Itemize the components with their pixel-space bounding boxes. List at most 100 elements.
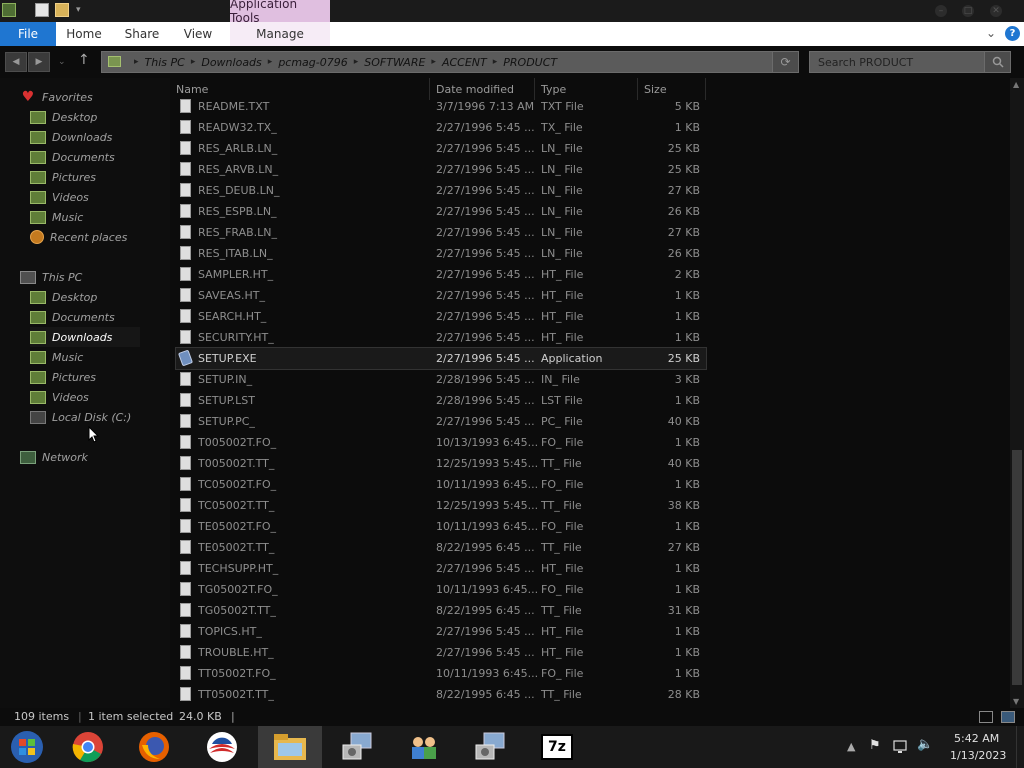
search-input[interactable] — [810, 52, 982, 72]
tab-share[interactable]: Share — [120, 22, 164, 46]
chevron-right-icon[interactable]: ▸ — [493, 57, 498, 67]
properties-icon[interactable] — [35, 3, 49, 17]
file-row[interactable]: T005002T.FO_ 10/13/1993 6:45... FO_ File 1 … — [176, 432, 706, 453]
tab-home[interactable]: Home — [62, 22, 106, 46]
file-row[interactable]: TE05002T.FO_ 10/11/1993 6:45... FO_ File 1 … — [176, 516, 706, 537]
crumb-product[interactable]: PRODUCT — [503, 56, 557, 69]
quick-access-dropdown-icon[interactable]: ▾ — [76, 3, 90, 17]
file-row[interactable]: SETUP.LST 2/28/1996 5:45 ... LST File 1 KB — [176, 390, 706, 411]
chevron-right-icon[interactable]: ▸ — [191, 57, 196, 67]
taskbar-setup-app-1[interactable] — [325, 726, 389, 768]
up-arrow-icon[interactable]: ↑ — [78, 52, 90, 68]
file-row[interactable]: RES_ESPB.LN_ 2/27/1996 5:45 ... LN_ File 26… — [176, 201, 706, 222]
nav-fav-music[interactable]: Music — [30, 207, 83, 227]
nav-fav-desktop[interactable]: Desktop — [30, 107, 97, 127]
file-row[interactable]: TECHSUPP.HT_ 2/27/1996 5:45 ... HT_ File 1 … — [176, 558, 706, 579]
file-row[interactable]: SEARCH.HT_ 2/27/1996 5:45 ... HT_ File 1 KB — [176, 306, 706, 327]
chevron-right-icon[interactable]: ▸ — [268, 57, 273, 67]
nav-pc-desktop[interactable]: Desktop — [30, 287, 97, 307]
file-row[interactable]: RES_ARLB.LN_ 2/27/1996 5:45 ... LN_ File 25… — [176, 138, 706, 159]
scrollbar-thumb[interactable] — [1012, 450, 1022, 685]
clock-date[interactable]: 1/13/2023 — [950, 749, 1006, 762]
scroll-down-icon[interactable]: ▼ — [1013, 697, 1019, 706]
file-row[interactable]: TG05002T.TT_ 8/22/1995 6:45 ... TT_ File 31… — [176, 600, 706, 621]
file-row[interactable]: T005002T.TT_ 12/25/1993 5:45... TT_ File 40… — [176, 453, 706, 474]
taskbar-setup-app-2[interactable] — [458, 726, 522, 768]
nav-this-pc[interactable]: This PC — [20, 267, 82, 287]
file-row[interactable]: RES_FRAB.LN_ 2/27/1996 5:45 ... LN_ File 27… — [176, 222, 706, 243]
file-row[interactable]: TT05002T.FO_ 10/11/1993 6:45... FO_ File 1 … — [176, 663, 706, 684]
minimize-button[interactable]: – — [935, 5, 947, 17]
close-button[interactable]: ✕ — [990, 5, 1002, 17]
volume-icon[interactable]: 🔈 — [917, 737, 933, 752]
file-row[interactable]: TROUBLE.HT_ 2/27/1996 5:45 ... HT_ File 1 K… — [176, 642, 706, 663]
file-row[interactable]: SECURITY.HT_ 2/27/1996 5:45 ... HT_ File 1 … — [176, 327, 706, 348]
forward-button[interactable]: ▶ — [28, 52, 50, 72]
taskbar-chrome[interactable] — [56, 726, 120, 768]
nav-pc-local-disk[interactable]: Local Disk (C:) — [30, 407, 131, 427]
file-row[interactable]: TT05002T.TT_ 8/22/1995 6:45 ... TT_ File 28… — [176, 684, 706, 705]
file-row[interactable]: SAVEAS.HT_ 2/27/1996 5:45 ... HT_ File 1 KB — [176, 285, 706, 306]
large-icons-view-icon[interactable] — [1001, 711, 1015, 723]
file-row[interactable]: SAMPLER.HT_ 2/27/1996 5:45 ... HT_ File 2 K… — [176, 264, 706, 285]
new-folder-icon[interactable] — [55, 3, 69, 17]
nav-pc-music[interactable]: Music — [30, 347, 83, 367]
taskbar-7zip[interactable]: 7z — [525, 726, 589, 768]
nav-fav-documents[interactable]: Documents — [30, 147, 115, 167]
nav-fav-videos[interactable]: Videos — [30, 187, 89, 207]
recent-locations-icon[interactable]: ⌄ — [58, 57, 66, 67]
file-row[interactable]: READW32.TX_ 2/27/1996 5:45 ... TX_ File 1 K… — [176, 117, 706, 138]
clock-time[interactable]: 5:42 AM — [954, 732, 999, 745]
crumb-accent[interactable]: ACCENT — [442, 56, 487, 69]
search-button[interactable] — [984, 52, 1010, 72]
help-icon[interactable]: ? — [1005, 26, 1020, 41]
file-row[interactable]: SETUP.IN_ 2/28/1996 5:45 ... IN_ File 3 KB — [176, 369, 706, 390]
taskbar-file-explorer[interactable] — [258, 726, 322, 768]
crumb-this-pc[interactable]: This PC — [145, 56, 185, 69]
nav-pc-documents[interactable]: Documents — [30, 307, 115, 327]
refresh-button[interactable]: ⟳ — [772, 52, 798, 72]
chevron-right-icon[interactable]: ▸ — [354, 57, 359, 67]
crumb-downloads[interactable]: Downloads — [201, 56, 261, 69]
details-view-icon[interactable] — [979, 711, 993, 723]
nav-fav-pictures[interactable]: Pictures — [30, 167, 96, 187]
nav-pc-pictures[interactable]: Pictures — [30, 367, 96, 387]
file-row[interactable]: TOPICS.HT_ 2/27/1996 5:45 ... HT_ File 1 KB — [176, 621, 706, 642]
maximize-button[interactable]: □ — [962, 5, 974, 17]
tab-file[interactable]: File — [0, 22, 56, 46]
scroll-up-icon[interactable]: ▲ — [1013, 80, 1019, 89]
nav-network[interactable]: Network — [20, 447, 88, 467]
start-button[interactable] — [0, 726, 54, 768]
chevron-right-icon[interactable]: ▸ — [431, 57, 436, 67]
nav-fav-downloads[interactable]: Downloads — [30, 127, 112, 147]
file-row[interactable]: SETUP.PC_ 2/27/1996 5:45 ... PC_ File 40 KB — [176, 411, 706, 432]
tab-view[interactable]: View — [178, 22, 218, 46]
taskbar-obama-app[interactable] — [190, 726, 254, 768]
crumb-pcmag[interactable]: pcmag-0796 — [278, 56, 347, 69]
nav-fav-recent-places[interactable]: Recent places — [30, 227, 127, 247]
show-desktop-button[interactable] — [1016, 726, 1024, 768]
vertical-scrollbar[interactable]: ▲ ▼ — [1010, 78, 1024, 708]
file-row[interactable]: RES_ARVB.LN_ 2/27/1996 5:45 ... LN_ File 25… — [176, 159, 706, 180]
nav-favorites[interactable]: ♥ Favorites — [20, 87, 93, 107]
taskbar-firefox[interactable] — [122, 726, 186, 768]
file-row[interactable]: SETUP.EXE 2/27/1996 5:45 ... Application 25… — [175, 347, 707, 370]
crumb-software[interactable]: SOFTWARE — [364, 56, 425, 69]
ribbon-expand-icon[interactable]: ⌄ — [986, 26, 996, 40]
network-tray-icon[interactable] — [893, 740, 909, 754]
nav-pc-videos[interactable]: Videos — [30, 387, 89, 407]
file-row[interactable]: TC05002T.TT_ 12/25/1993 5:45... TT_ File 38… — [176, 495, 706, 516]
file-row[interactable]: README.TXT 3/7/1996 7:13 AM TXT File 5 KB — [176, 96, 706, 117]
file-row[interactable]: RES_ITAB.LN_ 2/27/1996 5:45 ... LN_ File 26… — [176, 243, 706, 264]
file-row[interactable]: RES_DEUB.LN_ 2/27/1996 5:45 ... LN_ File 27… — [176, 180, 706, 201]
file-row[interactable]: TG05002T.FO_ 10/11/1993 6:45... FO_ File 1 … — [176, 579, 706, 600]
file-row[interactable]: TC05002T.FO_ 10/11/1993 6:45... FO_ File 1 … — [176, 474, 706, 495]
tab-manage[interactable]: Manage — [230, 22, 330, 46]
action-center-flag-icon[interactable]: ⚑ — [869, 738, 881, 753]
tray-overflow-icon[interactable]: ▲ — [847, 740, 855, 753]
back-button[interactable]: ◀ — [5, 52, 27, 72]
address-bar[interactable]: ▸ This PC ▸ Downloads ▸ pcmag-0796 ▸ SOF… — [101, 51, 799, 73]
file-row[interactable]: TE05002T.TT_ 8/22/1995 6:45 ... TT_ File 27… — [176, 537, 706, 558]
nav-pc-downloads[interactable]: Downloads — [30, 327, 140, 347]
taskbar-network-users[interactable] — [392, 726, 456, 768]
